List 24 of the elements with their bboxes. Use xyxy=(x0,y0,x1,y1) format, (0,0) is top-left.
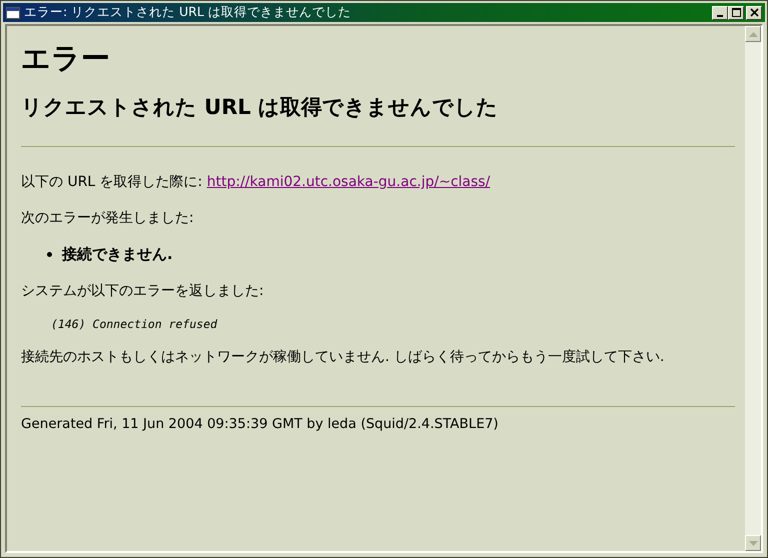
minimize-icon xyxy=(717,14,723,16)
window-icon xyxy=(6,6,20,18)
up-arrow-icon xyxy=(748,32,758,36)
footer-text: Generated Fri, 11 Jun 2004 09:35:39 GMT by leda (Squid/2.4.STABLE7) xyxy=(21,415,500,433)
scrollbar[interactable] xyxy=(745,26,761,551)
maximize-button[interactable] xyxy=(728,6,744,20)
down-arrow-icon xyxy=(748,540,758,546)
minimize-button[interactable] xyxy=(712,6,728,20)
window-title: エラー: リクエストされた URL は取得できませんでした xyxy=(24,4,352,21)
scroll-down-button[interactable] xyxy=(745,535,761,551)
error-intro: 次のエラーが発生しました: xyxy=(21,209,195,227)
explanation-text: 接続先のホストもしくはネットワークが稼働していません. しばらく待ってからもう一度試して下さい. xyxy=(21,348,666,366)
close-button[interactable] xyxy=(746,6,762,20)
page-heading: エラー xyxy=(21,40,111,76)
bullet-icon xyxy=(47,252,52,256)
scroll-up-button[interactable] xyxy=(745,26,761,42)
url-label: 以下の URL を取得した際に: xyxy=(21,174,202,190)
system-intro: システムが以下のエラーを返しました: xyxy=(21,282,265,300)
close-icon xyxy=(750,8,758,17)
page-subheading: リクエストされた URL は取得できませんでした xyxy=(21,94,500,121)
error-item: 接続できません. xyxy=(62,244,173,264)
system-error: (146) Connection refused xyxy=(50,316,218,333)
maximize-icon xyxy=(732,8,740,17)
url-link[interactable]: http://kami02.utc.osaka-gu.ac.jp/~class/ xyxy=(206,174,490,190)
